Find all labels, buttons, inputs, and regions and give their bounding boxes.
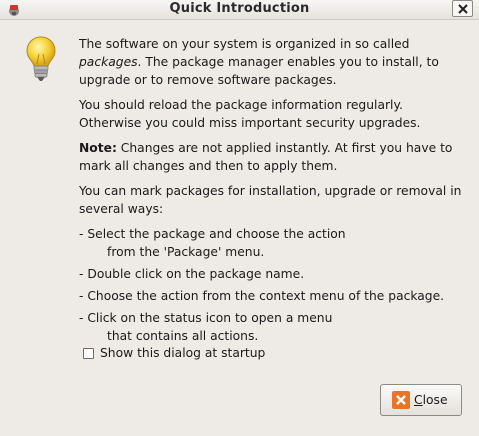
show-at-startup-label[interactable]: Show this dialog at startup: [100, 346, 265, 360]
intro-paragraph-reload: You should reload the package informatio…: [79, 98, 421, 130]
show-at-startup-checkbox[interactable]: [83, 347, 94, 359]
lightbulb-icon: [26, 36, 56, 81]
window-title: Quick Introduction: [169, 1, 310, 16]
way-item-double-click: - Double click on the package name.: [79, 267, 305, 281]
way-item-status-icon: - Click on the status icon to open a men…: [79, 311, 333, 343]
close-button-label: Close: [414, 393, 448, 407]
close-icon: [392, 391, 410, 409]
intro-paragraph-ways: You can mark packages for installation, …: [79, 184, 462, 216]
window-close-button[interactable]: [452, 0, 473, 17]
close-x-icon: [457, 3, 468, 14]
note-label: Note:: [79, 141, 117, 155]
way-item-context-menu: - Choose the action from the context men…: [79, 289, 445, 303]
way-item-menu: - Select the package and choose the acti…: [79, 227, 346, 259]
intro-paragraph-packages: The software on your system is organized…: [79, 37, 439, 87]
intro-text: The software on your system is organized…: [79, 35, 469, 349]
close-button[interactable]: Close: [380, 384, 462, 416]
title-bar[interactable]: Quick Introduction: [0, 0, 479, 20]
show-at-startup-row[interactable]: Show this dialog at startup: [83, 346, 265, 360]
intro-paragraph-note: Note: Changes are not applied instantly.…: [79, 141, 453, 173]
